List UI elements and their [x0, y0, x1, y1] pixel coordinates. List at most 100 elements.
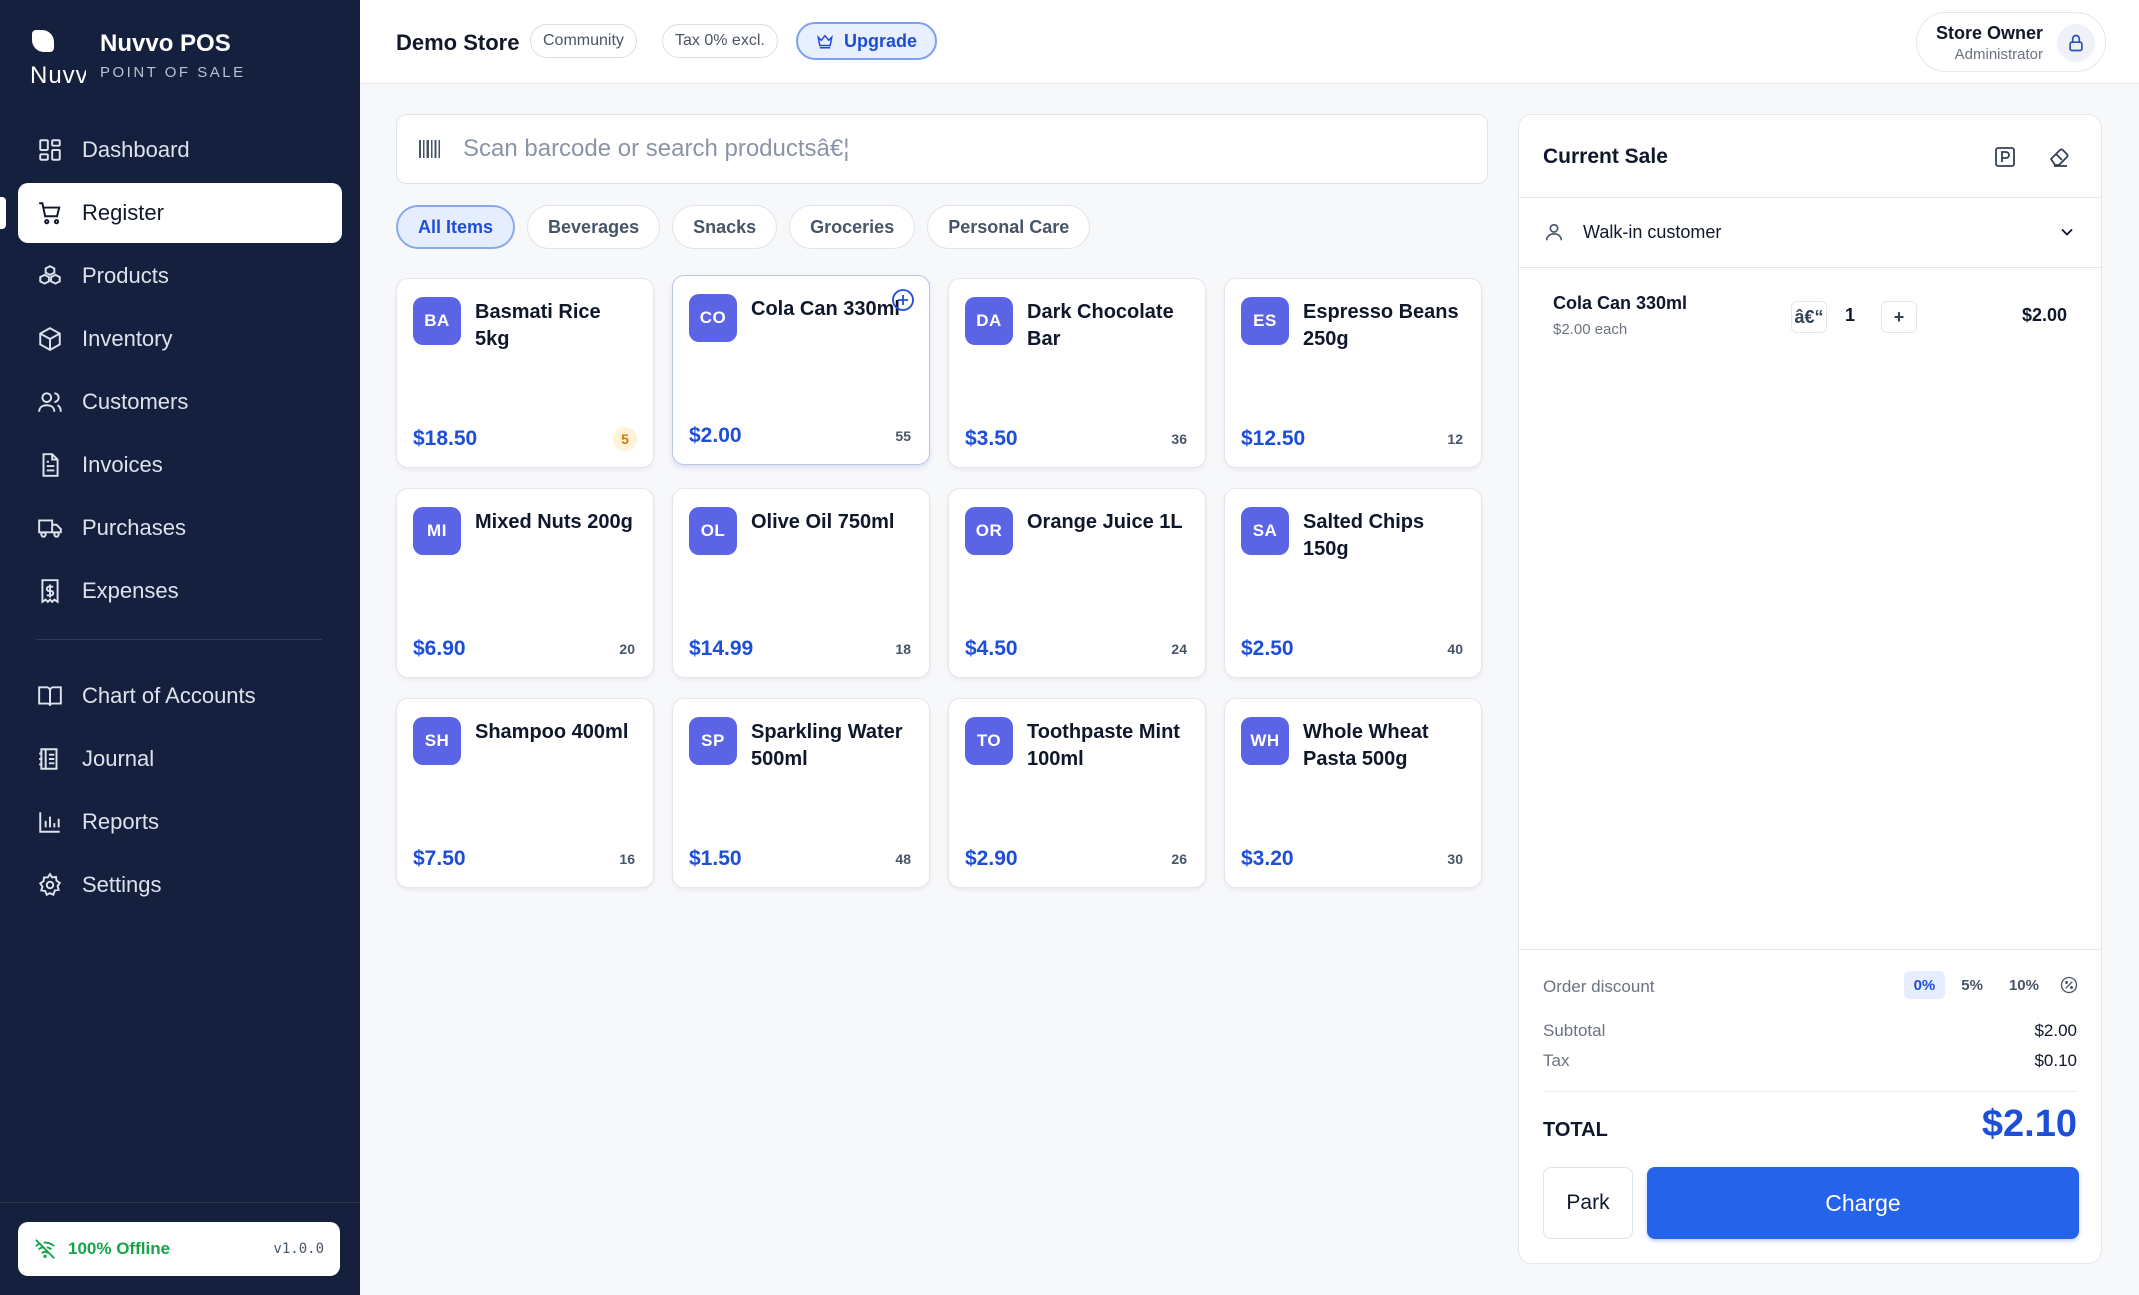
product-price: $2.00: [689, 424, 742, 447]
sidebar-item-label: Inventory: [82, 326, 173, 351]
sidebar-item-chart-of-accounts[interactable]: Chart of Accounts: [18, 666, 342, 726]
sidebar-item-dashboard[interactable]: Dashboard: [18, 120, 342, 180]
wifi-off-icon: [35, 1239, 55, 1259]
product-avatar: MI: [413, 507, 461, 555]
app-version: v1.0.0: [273, 1241, 324, 1257]
category-tab-personal-care[interactable]: Personal Care: [927, 205, 1091, 249]
product-name: Orange Juice 1L: [1027, 511, 1183, 533]
product-name: Toothpaste Mint 100ml: [1027, 721, 1180, 770]
product-price: $12.50: [1241, 427, 1306, 450]
product-card[interactable]: WH Whole Wheat Pasta 500g $3.20 30: [1224, 698, 1482, 888]
lock-button[interactable]: [2057, 24, 2095, 62]
product-card[interactable]: TO Toothpaste Mint 100ml $2.90 26: [948, 698, 1206, 888]
sidebar-item-inventory[interactable]: Inventory: [18, 309, 342, 369]
brand[interactable]: Nuvv Nuvvo POS POINT OF SALE: [30, 28, 340, 89]
park-button[interactable]: Park: [1543, 1167, 1633, 1239]
product-card[interactable]: SH Shampoo 400ml $7.50 16: [396, 698, 654, 888]
product-avatar: SP: [689, 717, 737, 765]
offline-status[interactable]: 100% Offline v1.0.0: [18, 1222, 340, 1276]
category-tab-snacks[interactable]: Snacks: [672, 205, 778, 249]
clear-sale-button[interactable]: [2043, 141, 2075, 173]
product-card[interactable]: BA Basmati Rice 5kg $18.50 5: [396, 278, 654, 468]
product-card[interactable]: ES Espresso Beans 250g $12.50 12: [1224, 278, 1482, 468]
product-stock-low-badge: 5: [613, 427, 637, 451]
line-item-total: $2.00: [2021, 305, 2067, 325]
document-icon: [36, 451, 64, 479]
product-avatar: DA: [965, 297, 1013, 345]
product-name: Salted Chips 150g: [1303, 511, 1425, 560]
discount-option-10[interactable]: 10%: [1999, 971, 2049, 999]
store-name: Demo Store: [396, 30, 520, 55]
category-tabs: All Items Beverages Snacks Groceries Per…: [396, 205, 1091, 249]
product-name: Mixed Nuts 200g: [475, 511, 633, 533]
product-avatar: BA: [413, 297, 461, 345]
product-price: $7.50: [413, 847, 466, 870]
product-search[interactable]: [396, 114, 1488, 184]
sidebar-item-label: Customers: [82, 389, 189, 414]
sidebar-item-label: Expenses: [82, 578, 179, 603]
product-stock: 30: [1447, 851, 1463, 867]
decrease-qty-button[interactable]: â€“: [1791, 301, 1827, 333]
customer-name: Walk-in customer: [1583, 221, 1722, 242]
sidebar-item-journal[interactable]: Journal: [18, 729, 342, 789]
sidebar-item-purchases[interactable]: Purchases: [18, 498, 342, 558]
product-name: Olive Oil 750ml: [751, 511, 895, 533]
customer-select[interactable]: Walk-in customer: [1519, 197, 2101, 267]
product-stock: 26: [1171, 851, 1187, 867]
sidebar-item-label: Dashboard: [82, 137, 190, 162]
search-input[interactable]: [463, 135, 1443, 163]
product-card[interactable]: OR Orange Juice 1L $4.50 24: [948, 488, 1206, 678]
subtotal-value: $2.00: [2034, 1021, 2077, 1040]
tax-value: $0.10: [2034, 1051, 2077, 1070]
product-price: $14.99: [689, 637, 754, 660]
discount-option-0[interactable]: 0%: [1903, 971, 1946, 999]
eraser-icon: [2049, 148, 2069, 167]
product-stock: 18: [895, 641, 911, 657]
sidebar-item-products[interactable]: Products: [18, 246, 342, 306]
category-tab-groceries[interactable]: Groceries: [789, 205, 916, 249]
increase-qty-button[interactable]: +: [1881, 301, 1917, 333]
upgrade-button[interactable]: Upgrade: [796, 22, 938, 60]
sidebar-item-invoices[interactable]: Invoices: [18, 435, 342, 495]
brand-subtitle: POINT OF SALE: [100, 64, 246, 81]
product-card[interactable]: OL Olive Oil 750ml $14.99 18: [672, 488, 930, 678]
product-card[interactable]: CO Cola Can 330ml $2.00 55: [672, 275, 930, 465]
discount-option-5[interactable]: 5%: [1951, 971, 1993, 999]
divider: [1519, 949, 2101, 950]
custom-discount-icon[interactable]: [2059, 975, 2079, 995]
gear-icon: [36, 871, 64, 899]
offline-label: 100% Offline: [68, 1239, 171, 1258]
sidebar-item-expenses[interactable]: Expenses: [18, 561, 342, 621]
tax-label: Tax: [1543, 1051, 1570, 1070]
line-item-name: Cola Can 330ml: [1553, 293, 1688, 313]
product-card[interactable]: SA Salted Chips 150g $2.50 40: [1224, 488, 1482, 678]
top-header: Demo Store Community Tax 0% excl. Upgrad…: [360, 0, 2139, 84]
product-price: $2.50: [1241, 637, 1294, 660]
charge-button[interactable]: Charge: [1647, 1167, 2079, 1239]
product-stock: 24: [1171, 641, 1187, 657]
sidebar-item-customers[interactable]: Customers: [18, 372, 342, 432]
product-stock: 55: [895, 428, 911, 444]
sidebar-item-label: Chart of Accounts: [82, 683, 256, 708]
sidebar-item-settings[interactable]: Settings: [18, 855, 342, 915]
subtotal-label: Subtotal: [1543, 1021, 1606, 1040]
product-grid: BA Basmati Rice 5kg $18.50 5 CO Cola Can…: [396, 275, 1482, 888]
divider: [1543, 1091, 2077, 1092]
product-card[interactable]: SP Sparkling Water 500ml $1.50 48: [672, 698, 930, 888]
park-sale-button[interactable]: [1989, 141, 2021, 173]
user-menu[interactable]: Store Owner Administrator: [1916, 12, 2106, 72]
nav-divider: [36, 639, 322, 640]
order-discount-label: Order discount: [1543, 977, 1655, 996]
sidebar-item-reports[interactable]: Reports: [18, 792, 342, 852]
add-to-cart-icon[interactable]: [891, 288, 915, 312]
sidebar-item-label: Invoices: [82, 452, 163, 477]
sidebar: Nuvv Nuvvo POS POINT OF SALE Dashboard R…: [0, 0, 360, 1295]
tax-badge: Tax 0% excl.: [662, 24, 778, 58]
category-tab-all-items[interactable]: All Items: [396, 205, 516, 249]
product-card[interactable]: MI Mixed Nuts 200g $6.90 20: [396, 488, 654, 678]
sidebar-item-register[interactable]: Register: [0, 183, 342, 243]
product-name: Sparkling Water 500ml: [751, 721, 903, 770]
category-tab-beverages[interactable]: Beverages: [527, 205, 661, 249]
sidebar-divider: [0, 1202, 360, 1203]
product-card[interactable]: DA Dark Chocolate Bar $3.50 36: [948, 278, 1206, 468]
